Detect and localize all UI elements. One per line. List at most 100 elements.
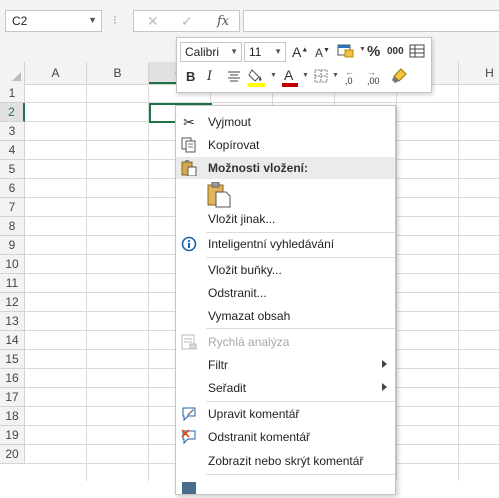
column-header-a[interactable]: A [25,62,87,84]
menu-item-paste-special[interactable]: Vložit jinak... [176,208,395,230]
row-header-9[interactable]: 9 [0,236,25,255]
format-cells-icon [181,479,197,495]
clear-format-brush-icon[interactable] [391,68,407,87]
menu-item-sort[interactable]: Seřadit [176,377,395,399]
row-header-13[interactable]: 13 [0,312,25,331]
decrease-font-icon[interactable]: A▼ [315,46,330,60]
menu-label-paste-special: Vložit jinak... [208,212,276,226]
submenu-arrow-icon [382,360,387,368]
chevron-down-icon[interactable]: ▼ [274,47,282,56]
menu-item-copy[interactable]: Kopírovat [176,134,395,156]
enter-icon[interactable]: ✓ [181,13,193,30]
mini-toolbar: Calibri ▼ 11 ▼ A▲ A▼ ▼ % 000 B I ▼ A ▼ ▼… [176,37,432,93]
italic-button[interactable]: I [207,69,212,84]
font-name-value: Calibri [185,45,220,59]
align-center-icon[interactable] [227,70,241,85]
row-header-3[interactable]: 3 [0,122,25,141]
menu-label-sort: Seřadit [208,381,247,395]
row-header-8[interactable]: 8 [0,217,25,236]
menu-label-cut: Vyjmout [208,115,251,129]
insert-function-icon[interactable]: fx [217,14,229,29]
row-header-14[interactable]: 14 [0,331,25,350]
row-header-12[interactable]: 12 [0,293,25,312]
row-header-18[interactable]: 18 [0,407,25,426]
menu-label-copy: Kopírovat [208,138,260,152]
menu-separator [206,474,395,475]
menu-separator [206,401,395,402]
row-header-16[interactable]: 16 [0,369,25,388]
chevron-down-icon[interactable]: ▼ [230,47,238,56]
fill-color-icon[interactable] [248,67,266,90]
row-header-7[interactable]: 7 [0,198,25,217]
paste-button[interactable] [207,181,233,208]
bold-button[interactable]: B [186,69,195,84]
menu-label-clear-contents: Vymazat obsah [208,309,291,323]
resize-handle-icon[interactable]: ⁝ [113,13,117,27]
menu-item-format-cells[interactable] [176,476,395,498]
chevron-down-icon[interactable]: ▼ [359,46,366,53]
info-search-icon [181,236,197,252]
column-header-b[interactable]: B [87,62,149,84]
menu-separator [206,328,395,329]
format-painter-table-icon[interactable] [337,43,357,62]
row-header-11[interactable]: 11 [0,274,25,293]
menu-label-smart-lookup: Inteligentní vyhledávání [208,237,335,251]
name-box[interactable]: C2 ▼ [5,10,102,32]
menu-item-quick-analysis: Rychlá analýza [176,331,395,353]
quick-analysis-icon [181,334,197,350]
comma-style-icon[interactable]: 000 [387,46,404,57]
borders-icon[interactable] [314,69,328,86]
chevron-down-icon[interactable]: ▼ [270,72,277,79]
menu-label-edit-comment: Upravit komentář [208,407,300,421]
menu-item-delete-comment[interactable]: Odstranit komentář [176,426,395,448]
select-all-corner[interactable] [0,62,25,84]
menu-label-quick-analysis: Rychlá analýza [208,335,290,349]
edit-comment-icon [181,406,197,422]
chevron-down-icon[interactable]: ▼ [88,15,97,25]
chevron-down-icon[interactable]: ▼ [302,72,309,79]
menu-item-filter[interactable]: Filtr [176,354,395,376]
menu-item-show-hide-comment[interactable]: Zobrazit nebo skrýt komentář [176,450,395,472]
paste-options-header: Možnosti vložení: [176,157,395,179]
copy-icon [181,137,197,153]
row-header-4[interactable]: 4 [0,141,25,160]
menu-item-edit-comment[interactable]: Upravit komentář [176,403,395,425]
row-header-10[interactable]: 10 [0,255,25,274]
menu-label-paste-options: Možnosti vložení: [208,161,308,175]
percent-style-icon[interactable]: % [367,43,380,60]
chevron-down-icon[interactable]: ▼ [332,72,339,79]
formula-input[interactable] [243,10,499,32]
row-header-20[interactable]: 20 [0,445,25,464]
font-size-select[interactable]: 11 ▼ [244,42,286,62]
submenu-arrow-icon [382,383,387,391]
delete-comment-icon [181,429,197,445]
row-header-5[interactable]: 5 [0,160,25,179]
menu-label-show-hide-comment: Zobrazit nebo skrýt komentář [208,454,364,468]
row-header-6[interactable]: 6 [0,179,25,198]
menu-separator [206,257,395,258]
menu-item-clear-contents[interactable]: Vymazat obsah [176,305,395,327]
column-header-h[interactable]: H [459,62,499,84]
font-size-value: 11 [249,45,262,59]
context-menu: ✂ Vyjmout Kopírovat Možnosti vložení: Vl… [175,105,396,495]
row-header-1[interactable]: 1 [0,84,25,103]
decrease-decimal-icon[interactable]: → ,00 [367,68,380,86]
menu-label-insert-cells: Vložit buňky... [208,263,282,277]
menu-item-smart-lookup[interactable]: Inteligentní vyhledávání [176,233,395,255]
increase-font-icon[interactable]: A▲ [292,44,308,60]
menu-item-cut[interactable]: ✂ Vyjmout [176,111,395,133]
increase-decimal-icon[interactable]: ← ,0 [345,68,354,86]
cancel-icon[interactable]: ✕ [147,13,159,30]
menu-item-insert-cells[interactable]: Vložit buňky... [176,259,395,281]
menu-item-delete[interactable]: Odstranit... [176,282,395,304]
paste-clipboard-icon [181,160,197,177]
row-header-17[interactable]: 17 [0,388,25,407]
font-name-select[interactable]: Calibri ▼ [180,42,242,62]
row-header-19[interactable]: 19 [0,426,25,445]
menu-label-delete: Odstranit... [208,286,267,300]
row-header-2[interactable]: 2 [0,103,25,122]
name-box-value: C2 [12,14,28,28]
table-format-icon[interactable] [409,43,425,62]
formula-buttons: ✕ ✓ fx [133,10,240,32]
row-header-15[interactable]: 15 [0,350,25,369]
